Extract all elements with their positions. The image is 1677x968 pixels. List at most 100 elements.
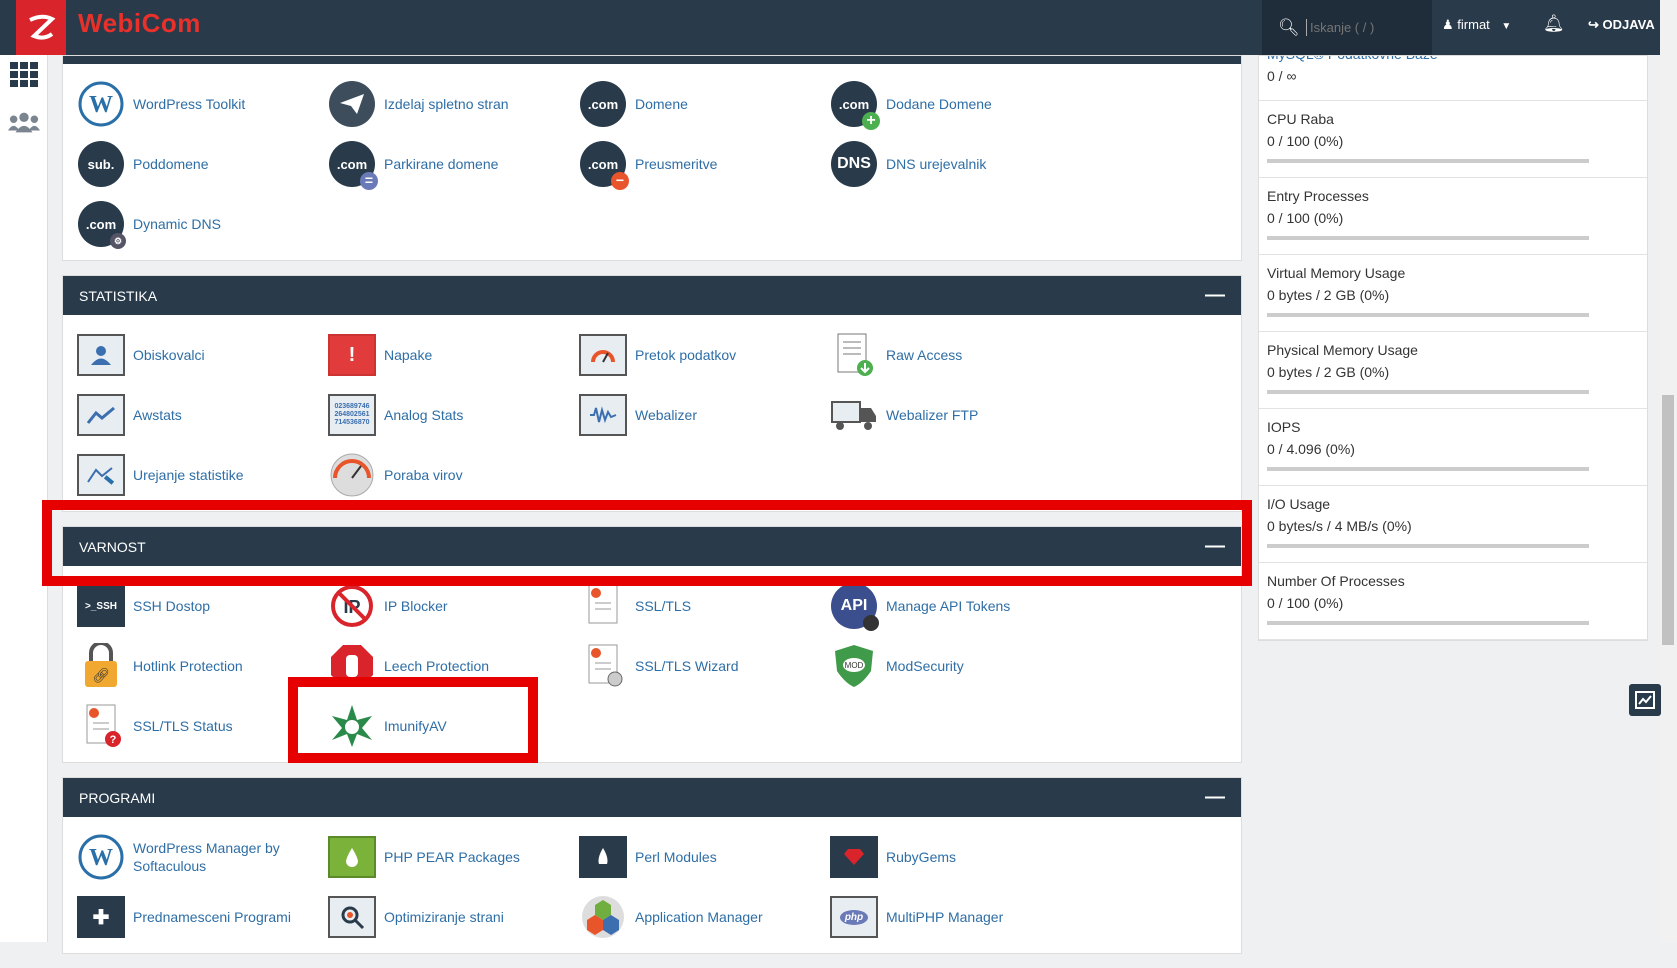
tool-item[interactable]: sub. Poddomene <box>77 134 328 194</box>
tool-label[interactable]: Perl Modules <box>635 848 717 866</box>
scrollbar-thumb[interactable] <box>1662 395 1674 645</box>
tool-item[interactable]: Webalizer FTP <box>830 385 1081 445</box>
stat-title[interactable]: Physical Memory Usage <box>1267 342 1639 358</box>
tool-label[interactable]: Manage API Tokens <box>886 597 1010 615</box>
stat-title[interactable]: MySQL® Podatkovne Baze <box>1267 56 1639 62</box>
tool-label[interactable]: Parkirane domene <box>384 155 498 173</box>
tool-item[interactable]: ✚ Prednamesceni Programi <box>77 887 328 947</box>
tool-item[interactable]: Urejanje statistike <box>77 445 328 505</box>
stat-title[interactable]: Entry Processes <box>1267 188 1639 204</box>
tool-label[interactable]: Optimiziranje strani <box>384 908 504 926</box>
tool-item[interactable]: Obiskovalci <box>77 325 328 385</box>
tool-item[interactable]: ImunifyAV <box>328 696 579 756</box>
tool-label[interactable]: Pretok podatkov <box>635 346 736 364</box>
tool-label[interactable]: Izdelaj spletno stran <box>384 95 509 113</box>
stat-title[interactable]: CPU Raba <box>1267 111 1639 127</box>
stat-title[interactable]: Number Of Processes <box>1267 573 1639 589</box>
tool-item[interactable]: ! Napake <box>328 325 579 385</box>
search-input[interactable] <box>1306 19 1432 36</box>
tool-item[interactable]: 023689746 264802561 714536870 Analog Stats <box>328 385 579 445</box>
tool-label[interactable]: SSL/TLS <box>635 597 691 615</box>
tool-label[interactable]: WordPress Manager by Softaculous <box>133 839 328 875</box>
tool-item[interactable]: Poraba virov <box>328 445 579 505</box>
tool-label[interactable]: Hotlink Protection <box>133 657 243 675</box>
bell-icon[interactable]: 🔔︎ <box>1543 14 1565 34</box>
tool-label[interactable]: Webalizer <box>635 406 697 424</box>
tool-label[interactable]: Prednamesceni Programi <box>133 908 291 926</box>
stat-title[interactable]: I/O Usage <box>1267 496 1639 512</box>
tool-item[interactable]: W WordPress Manager by Softaculous <box>77 827 328 887</box>
tool-label[interactable]: MultiPHP Manager <box>886 908 1003 926</box>
tool-label[interactable]: Preusmeritve <box>635 155 717 173</box>
tool-label[interactable]: IP Blocker <box>384 597 448 615</box>
tool-label[interactable]: Napake <box>384 346 432 364</box>
group-header[interactable]: VARNOST — <box>63 527 1241 566</box>
tool-item[interactable]: DNS DNS urejevalnik <box>830 134 1081 194</box>
tool-item[interactable]: php MultiPHP Manager <box>830 887 1081 947</box>
tool-item[interactable]: IP IP Blocker <box>328 576 579 636</box>
collapse-icon[interactable]: — <box>1205 284 1225 307</box>
tool-label[interactable]: SSL/TLS Status <box>133 717 233 735</box>
tool-label[interactable]: RubyGems <box>886 848 956 866</box>
tool-label[interactable]: Poraba virov <box>384 466 463 484</box>
tool-item[interactable]: ? SSL/TLS Status <box>77 696 328 756</box>
tool-item[interactable]: API Manage API Tokens <box>830 576 1081 636</box>
user-menu[interactable]: ♟ firmat ▼ <box>1442 17 1511 33</box>
tool-label[interactable]: Raw Access <box>886 346 962 364</box>
tool-item[interactable]: >_SSH SSH Dostop <box>77 576 328 636</box>
tool-label[interactable]: SSL/TLS Wizard <box>635 657 738 675</box>
stat-title[interactable]: IOPS <box>1267 419 1639 435</box>
tool-item[interactable]: Awstats <box>77 385 328 445</box>
tool-item[interactable]: .com Domene <box>579 74 830 134</box>
tool-item[interactable]: Optimiziranje strani <box>328 887 579 947</box>
tool-item[interactable]: .com ⚙ Dynamic DNS <box>77 194 328 254</box>
chart-icon[interactable] <box>1629 684 1661 716</box>
tool-label[interactable]: ImunifyAV <box>384 717 447 735</box>
tool-label[interactable]: Webalizer FTP <box>886 406 978 424</box>
logout-button[interactable]: ↪ ODJAVA <box>1588 17 1655 33</box>
brand-name[interactable]: WebiCom <box>78 8 201 39</box>
tool-label[interactable]: SSH Dostop <box>133 597 210 615</box>
tool-label[interactable]: PHP PEAR Packages <box>384 848 520 866</box>
tool-item[interactable]: W WordPress Toolkit <box>77 74 328 134</box>
logo[interactable] <box>16 0 66 55</box>
tool-item[interactable]: Raw Access <box>830 325 1081 385</box>
tool-item[interactable]: .com − Preusmeritve <box>579 134 830 194</box>
users-icon[interactable] <box>8 107 40 139</box>
tool-item[interactable]: SSL/TLS <box>579 576 830 636</box>
tool-label[interactable]: Analog Stats <box>384 406 463 424</box>
tool-label[interactable]: Obiskovalci <box>133 346 205 364</box>
group-header[interactable]: STATISTIKA — <box>63 276 1241 315</box>
group-header[interactable]: PROGRAMI — <box>63 778 1241 817</box>
tool-label[interactable]: Leech Protection <box>384 657 489 675</box>
tool-item[interactable]: .com + Dodane Domene <box>830 74 1081 134</box>
collapse-icon[interactable]: — <box>1205 786 1225 809</box>
tool-item[interactable]: SSL/TLS Wizard <box>579 636 830 696</box>
tool-item[interactable]: RubyGems <box>830 827 1081 887</box>
tool-item[interactable]: Leech Protection <box>328 636 579 696</box>
tool-item[interactable]: Perl Modules <box>579 827 830 887</box>
tool-label[interactable]: Domene <box>635 95 688 113</box>
tool-label[interactable]: Dodane Domene <box>886 95 992 113</box>
collapse-icon[interactable]: — <box>1205 535 1225 558</box>
logo-icon <box>29 14 56 40</box>
tool-label[interactable]: Poddomene <box>133 155 209 173</box>
tool-label[interactable]: Awstats <box>133 406 182 424</box>
tool-item[interactable]: 🔗︎ Hotlink Protection <box>77 636 328 696</box>
tool-item[interactable]: Izdelaj spletno stran <box>328 74 579 134</box>
grid-icon[interactable] <box>8 59 40 91</box>
tool-item[interactable]: Pretok podatkov <box>579 325 830 385</box>
tool-label[interactable]: Application Manager <box>635 908 763 926</box>
tool-label[interactable]: DNS urejevalnik <box>886 155 986 173</box>
tool-item[interactable]: PHP PEAR Packages <box>328 827 579 887</box>
tool-item[interactable]: .com = Parkirane domene <box>328 134 579 194</box>
tool-label[interactable]: Dynamic DNS <box>133 215 221 233</box>
stat-title[interactable]: Virtual Memory Usage <box>1267 265 1639 281</box>
tool-item[interactable]: Application Manager <box>579 887 830 947</box>
tool-item[interactable]: Webalizer <box>579 385 830 445</box>
tool-item[interactable]: MOD ModSecurity <box>830 636 1081 696</box>
tool-label[interactable]: ModSecurity <box>886 657 964 675</box>
tool-label[interactable]: WordPress Toolkit <box>133 95 245 113</box>
tool-label[interactable]: Urejanje statistike <box>133 466 244 484</box>
search-box[interactable]: 🔍︎ <box>1262 0 1432 55</box>
